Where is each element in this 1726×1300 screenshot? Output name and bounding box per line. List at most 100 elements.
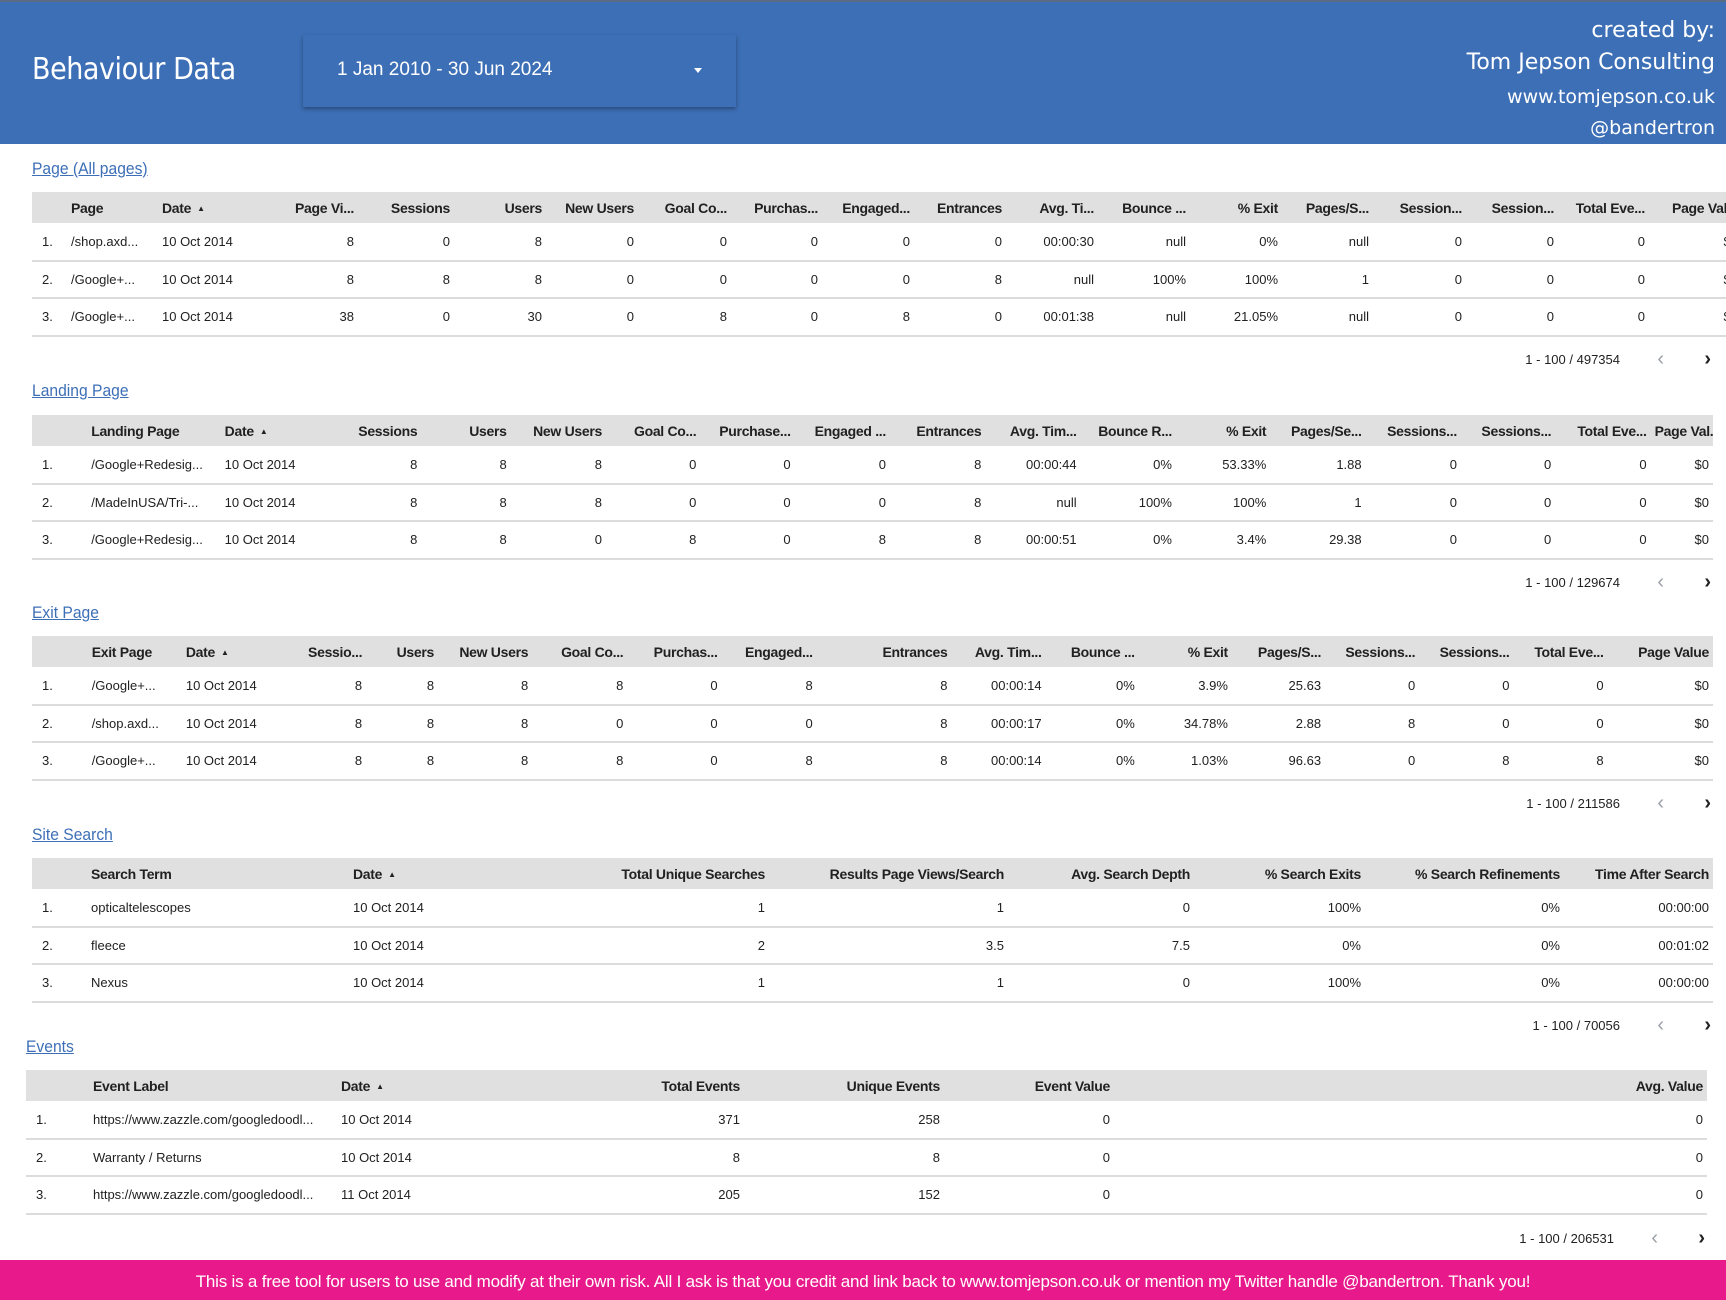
column-header[interactable]: Entrances xyxy=(817,636,952,667)
column-header[interactable]: New Users xyxy=(511,415,606,446)
chevron-right-icon[interactable]: › xyxy=(1704,1014,1711,1037)
chevron-left-icon[interactable]: ‹ xyxy=(1651,1227,1658,1250)
chevron-right-icon[interactable]: › xyxy=(1698,1227,1705,1250)
column-header[interactable]: Page Value xyxy=(1608,636,1713,667)
chevron-right-icon[interactable]: › xyxy=(1704,348,1711,371)
column-header[interactable]: Sessions... xyxy=(1366,415,1461,446)
column-header[interactable]: Avg. Search Depth xyxy=(1008,858,1194,889)
column-header[interactable]: Landing Page xyxy=(87,415,220,446)
table-cell: 8 xyxy=(638,298,731,337)
section-title-events[interactable]: Events xyxy=(26,1037,74,1057)
column-header[interactable]: Total Events xyxy=(522,1070,744,1101)
date-range-picker[interactable]: 1 Jan 2010 - 30 Jun 2024 xyxy=(303,35,736,107)
section-title-landing[interactable]: Landing Page xyxy=(32,381,129,401)
column-header[interactable]: Page Val... xyxy=(1651,415,1713,446)
column-header[interactable]: Bounce R... xyxy=(1081,415,1176,446)
chevron-right-icon[interactable]: › xyxy=(1704,571,1711,594)
column-header[interactable]: Total Eve... xyxy=(1558,192,1649,223)
column-header[interactable]: Date ▲ xyxy=(337,1070,522,1101)
column-header[interactable]: Purchas... xyxy=(627,636,721,667)
column-header[interactable]: % Exit xyxy=(1176,415,1270,446)
column-header[interactable]: Unique Events xyxy=(744,1070,944,1101)
column-header[interactable]: Engaged... xyxy=(722,636,817,667)
column-header[interactable]: Session... xyxy=(1466,192,1558,223)
column-header[interactable]: Sessions xyxy=(326,415,421,446)
table-row[interactable]: 3./Google+... 10 Oct 2014 8 8 8 8 0 8 8 00:00:14 0… xyxy=(32,742,1713,781)
column-header[interactable]: Page Val... xyxy=(1649,192,1726,223)
column-header[interactable]: Entrances xyxy=(914,192,1006,223)
column-header[interactable]: Session... xyxy=(1373,192,1466,223)
table-row[interactable]: 3./Google+... 10 Oct 2014 38 0 30 0 8 0 8 0 00:01:… xyxy=(32,298,1726,337)
table-row[interactable]: 2. fleece 10 Oct 2014 2 3.5 7.5 0% 0% 00:01:02 xyxy=(32,926,1713,965)
table-row[interactable]: 2./MadeInUSA/Tri-... 10 Oct 2014 8 8 8 0 0 0 8 nu… xyxy=(32,483,1713,522)
column-header[interactable]: % Search Refinements xyxy=(1365,858,1564,889)
column-header[interactable]: Sessions... xyxy=(1461,415,1555,446)
column-header[interactable]: Search Term xyxy=(87,858,349,889)
chevron-left-icon[interactable]: ‹ xyxy=(1657,571,1664,594)
column-header[interactable]: Page xyxy=(67,192,158,223)
table-row[interactable]: 3./Google+Redesig... 10 Oct 2014 8 8 0 8 0 8 8 00… xyxy=(32,521,1713,560)
column-header[interactable]: Avg. Value xyxy=(1114,1070,1707,1101)
column-header[interactable]: Goal Co... xyxy=(638,192,731,223)
column-header[interactable]: Total Unique Searches xyxy=(510,858,769,889)
column-header[interactable]: Exit Page xyxy=(88,636,182,667)
table-row[interactable]: 2. Warranty / Returns 10 Oct 2014 8 8 0 0 xyxy=(26,1138,1707,1177)
column-header[interactable]: Pages/Se... xyxy=(1270,415,1365,446)
column-header[interactable]: Event Label xyxy=(89,1070,337,1101)
column-header[interactable]: Pages/S... xyxy=(1282,192,1373,223)
column-header[interactable]: Date ▲ xyxy=(221,415,326,446)
column-header[interactable]: Entrances xyxy=(890,415,985,446)
column-header[interactable]: Sessio... xyxy=(298,636,366,667)
table-row[interactable]: 3. Nexus 10 Oct 2014 1 1 0 100% 0% 00:00:00 xyxy=(32,964,1713,1003)
column-header[interactable]: Engaged... xyxy=(822,192,914,223)
column-header[interactable]: Pages/S... xyxy=(1232,636,1325,667)
column-header[interactable]: Bounce ... xyxy=(1046,636,1139,667)
table-row[interactable]: 1. https://www.zazzle.com/googledoodl... 1… xyxy=(26,1101,1707,1140)
table-row[interactable]: 1./Google+... 10 Oct 2014 8 8 8 8 0 8 8 00:00:14 0… xyxy=(32,667,1713,706)
chevron-left-icon[interactable]: ‹ xyxy=(1657,792,1664,815)
chevron-left-icon[interactable]: ‹ xyxy=(1657,348,1664,371)
column-header[interactable]: Date ▲ xyxy=(349,858,510,889)
column-header[interactable]: Total Eve... xyxy=(1555,415,1650,446)
table-row[interactable]: 1./Google+Redesig... 10 Oct 2014 8 8 8 0 0 0 8 00… xyxy=(32,446,1713,485)
column-header[interactable]: Avg. Tim... xyxy=(985,415,1080,446)
column-header[interactable]: Total Eve... xyxy=(1513,636,1607,667)
table-row[interactable]: 2./Google+... 10 Oct 2014 8 8 8 0 0 0 0 8 null 100%… xyxy=(32,260,1726,299)
column-header[interactable]: Engaged ... xyxy=(795,415,890,446)
column-header[interactable]: Users xyxy=(454,192,546,223)
table-row[interactable]: 1./shop.axd... 10 Oct 2014 8 0 8 0 0 0 0 0 00:00:3… xyxy=(32,223,1726,262)
table-row[interactable]: 2./shop.axd... 10 Oct 2014 8 8 8 0 0 0 8 00:00:17… xyxy=(32,704,1713,743)
table-row[interactable]: 1. opticaltelescopes 10 Oct 2014 1 1 0 100% 0% 0… xyxy=(32,889,1713,928)
column-header[interactable]: Date ▲ xyxy=(182,636,298,667)
column-header[interactable]: New Users xyxy=(546,192,638,223)
column-header[interactable]: Date ▲ xyxy=(158,192,276,223)
chevron-left-icon[interactable]: ‹ xyxy=(1657,1014,1664,1037)
column-header[interactable]: Goal Co... xyxy=(532,636,627,667)
column-header[interactable]: Avg. Tim... xyxy=(951,636,1045,667)
column-header[interactable]: % Exit xyxy=(1190,192,1282,223)
column-header[interactable]: Time After Search xyxy=(1564,858,1713,889)
table-row[interactable]: 3. https://www.zazzle.com/googledoodl... 1… xyxy=(26,1176,1707,1215)
section-title-search[interactable]: Site Search xyxy=(32,825,113,845)
column-header[interactable]: Avg. Ti... xyxy=(1006,192,1098,223)
column-header[interactable]: Page Vi... xyxy=(276,192,358,223)
column-header[interactable]: Sessions xyxy=(358,192,454,223)
column-header[interactable]: New Users xyxy=(438,636,532,667)
section-title-exit[interactable]: Exit Page xyxy=(32,603,99,623)
column-header[interactable]: Event Value xyxy=(944,1070,1114,1101)
section-title-pages[interactable]: Page (All pages) xyxy=(32,159,148,179)
column-header[interactable]: Results Page Views/Search xyxy=(769,858,1008,889)
column-header[interactable]: Goal Co... xyxy=(606,415,700,446)
column-header[interactable]: Purchase... xyxy=(700,415,794,446)
column-header[interactable]: Users xyxy=(421,415,510,446)
column-header[interactable]: Bounce ... xyxy=(1098,192,1190,223)
column-header[interactable]: % Search Exits xyxy=(1194,858,1365,889)
column-header[interactable]: Sessions... xyxy=(1325,636,1419,667)
column-header[interactable]: Users xyxy=(366,636,438,667)
chevron-right-icon[interactable]: › xyxy=(1704,792,1711,815)
column-header[interactable]: Purchas... xyxy=(731,192,822,223)
credits-website[interactable]: www.tomjepson.co.uk xyxy=(1467,80,1715,114)
column-header[interactable]: Sessions... xyxy=(1419,636,1513,667)
column-header[interactable]: % Exit xyxy=(1139,636,1232,667)
credits-twitter[interactable]: @bandertron xyxy=(1467,114,1715,142)
